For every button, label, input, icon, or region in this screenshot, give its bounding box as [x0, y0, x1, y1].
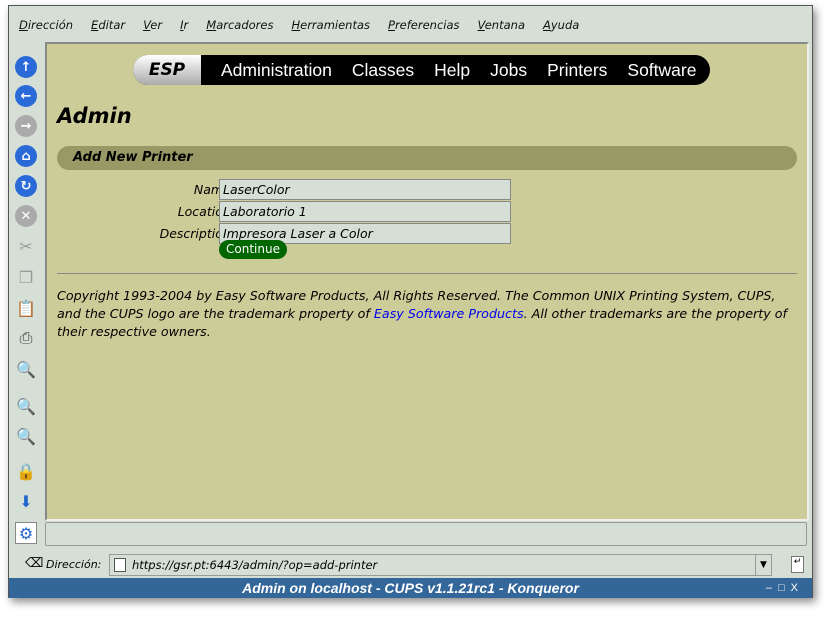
- location-input[interactable]: [219, 201, 511, 222]
- nav-jobs[interactable]: Jobs: [490, 60, 527, 81]
- nav-administration[interactable]: Administration: [221, 60, 332, 81]
- name-row: Name:: [47, 179, 527, 201]
- description-row: Description:: [47, 223, 527, 245]
- esp-link[interactable]: Easy Software Products: [374, 306, 524, 321]
- gear-icon[interactable]: ⚙: [15, 522, 37, 544]
- print-icon[interactable]: ⎙: [15, 327, 37, 349]
- page-title: Admin: [57, 104, 132, 128]
- maximize-button[interactable]: □: [778, 582, 791, 594]
- paste-icon[interactable]: 📋: [15, 297, 37, 319]
- location-row: Location:: [47, 201, 527, 223]
- menu-editar[interactable]: Editar: [91, 14, 125, 36]
- zoom-out-icon[interactable]: 🔍: [15, 425, 37, 447]
- address-bar: ⌫ Dirección: https://gsr.pt:6443/admin/?…: [9, 552, 812, 578]
- esp-logo[interactable]: ESP: [133, 55, 201, 85]
- download-icon[interactable]: ⬇: [15, 490, 37, 512]
- menu-bar: Dirección Editar Ver Ir Marcadores Herra…: [9, 14, 812, 36]
- reload-icon[interactable]: ↻: [15, 175, 37, 197]
- side-toolbar: ↑ ← → ⌂ ↻ ✕ ✂ ❐ 📋 ⎙ 🔍 🔍 🔍 🔒 ⬇ ⚙: [11, 42, 41, 550]
- nav-classes[interactable]: Classes: [352, 60, 414, 81]
- page-icon: [114, 558, 126, 572]
- web-content: ESP Administration Classes Help Jobs Pri…: [45, 42, 809, 521]
- menu-ventana[interactable]: Ventana: [478, 14, 525, 36]
- menu-herramientas[interactable]: Herramientas: [291, 14, 370, 36]
- nav-printers[interactable]: Printers: [547, 60, 607, 81]
- divider: [57, 273, 797, 274]
- dropdown-arrow-icon[interactable]: ▼: [755, 555, 771, 575]
- address-label: Dirección:: [46, 558, 102, 571]
- menu-ayuda[interactable]: Ayuda: [543, 14, 579, 36]
- close-button[interactable]: X: [791, 582, 804, 594]
- url-input[interactable]: https://gsr.pt:6443/admin/?op=add-printe…: [109, 554, 772, 576]
- window-title: Admin on localhost - CUPS v1.1.21rc1 - K…: [242, 580, 579, 596]
- zoom-in-icon[interactable]: 🔍: [15, 395, 37, 417]
- up-icon[interactable]: ↑: [15, 56, 37, 78]
- minimize-button[interactable]: –: [766, 582, 778, 594]
- browser-window: Dirección Editar Ver Ir Marcadores Herra…: [8, 5, 813, 598]
- forward-icon[interactable]: →: [15, 115, 37, 137]
- menu-ver[interactable]: Ver: [143, 14, 162, 36]
- status-bar: [45, 522, 807, 546]
- stop-icon[interactable]: ✕: [15, 205, 37, 227]
- nav-help[interactable]: Help: [434, 60, 470, 81]
- clear-address-icon[interactable]: ⌫: [25, 556, 43, 571]
- title-bar: Admin on localhost - CUPS v1.1.21rc1 - K…: [9, 578, 812, 598]
- nav-software[interactable]: Software: [627, 60, 696, 81]
- menu-direccion[interactable]: Dirección: [19, 14, 73, 36]
- name-input[interactable]: [219, 179, 511, 200]
- menu-marcadores[interactable]: Marcadores: [206, 14, 273, 36]
- url-text: https://gsr.pt:6443/admin/?op=add-printe…: [132, 558, 378, 572]
- copyright-text: Copyright 1993-2004 by Easy Software Pro…: [57, 287, 802, 341]
- continue-button[interactable]: Continue: [219, 240, 287, 259]
- cups-nav-bar: ESP Administration Classes Help Jobs Pri…: [133, 55, 711, 85]
- go-icon[interactable]: ↵: [791, 556, 804, 573]
- cut-icon[interactable]: ✂: [15, 235, 37, 257]
- menu-preferencias[interactable]: Preferencias: [388, 14, 460, 36]
- section-header: Add New Printer: [57, 146, 797, 170]
- menu-ir[interactable]: Ir: [180, 14, 188, 36]
- copy-icon[interactable]: ❐: [15, 266, 37, 288]
- home-icon[interactable]: ⌂: [15, 145, 37, 167]
- find-icon[interactable]: 🔍: [15, 358, 37, 380]
- back-icon[interactable]: ←: [15, 85, 37, 107]
- lock-icon[interactable]: 🔒: [15, 460, 37, 482]
